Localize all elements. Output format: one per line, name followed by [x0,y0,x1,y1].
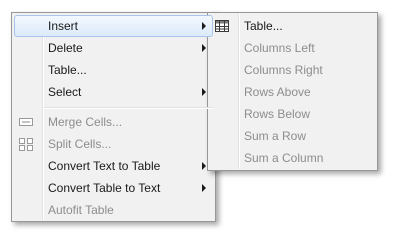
menu-item-delete[interactable]: Delete [14,37,213,59]
menu-item-split-cells[interactable]: Split Cells... [14,133,213,155]
merge-cells-icon [19,118,33,126]
menu-item-convert-table-to-text[interactable]: Convert Table to Text [14,177,213,199]
menu-item-label: Sum a Column [244,151,324,165]
submenu-item-columns-right[interactable]: Columns Right [210,59,375,81]
menu-item-label: Split Cells... [48,137,112,151]
submenu-item-sum-a-column[interactable]: Sum a Column [210,147,375,169]
menu-item-label: Convert Table to Text [48,181,161,195]
menu-item-label: Columns Left [244,41,315,55]
submenu-arrow-icon [202,44,206,52]
menu-item-label: Sum a Row [244,129,307,143]
insert-submenu: Table... Columns Left Columns Right Rows… [207,12,378,171]
menu-item-table[interactable]: Table... [14,59,213,81]
menu-item-label: Select [48,85,82,99]
menu-item-label: Convert Text to Table [48,159,161,173]
menu-item-autofit-table[interactable]: Autofit Table [14,199,213,221]
submenu-item-rows-above[interactable]: Rows Above [210,81,375,103]
submenu-arrow-icon [202,22,206,30]
menu-item-convert-text-to-table[interactable]: Convert Text to Table [14,155,213,177]
submenu-item-sum-a-row[interactable]: Sum a Row [210,125,375,147]
menu-item-select[interactable]: Select [14,81,213,103]
menu-item-label: Rows Below [244,107,311,121]
menu-separator [44,107,213,109]
submenu-item-columns-left[interactable]: Columns Left [210,37,375,59]
menu-item-label: Merge Cells... [48,115,123,129]
menu-item-label: Table... [244,19,283,33]
submenu-arrow-icon [202,162,206,170]
submenu-item-table[interactable]: Table... [210,15,375,37]
menu-item-label: Insert [48,19,79,33]
submenu-arrow-icon [202,88,206,96]
table-grid-icon [215,20,229,32]
menu-item-label: Rows Above [244,85,311,99]
menu-item-merge-cells[interactable]: Merge Cells... [14,111,213,133]
split-cells-icon [19,138,33,151]
menu-item-label: Delete [48,41,83,55]
context-menu: Insert Delete Table... Select Merge Cell… [11,12,216,222]
submenu-arrow-icon [202,184,206,192]
menu-item-insert[interactable]: Insert [14,15,213,37]
menu-item-label: Columns Right [244,63,323,77]
menu-item-label: Table... [48,63,87,77]
menu-item-label: Autofit Table [48,203,114,217]
submenu-item-rows-below[interactable]: Rows Below [210,103,375,125]
